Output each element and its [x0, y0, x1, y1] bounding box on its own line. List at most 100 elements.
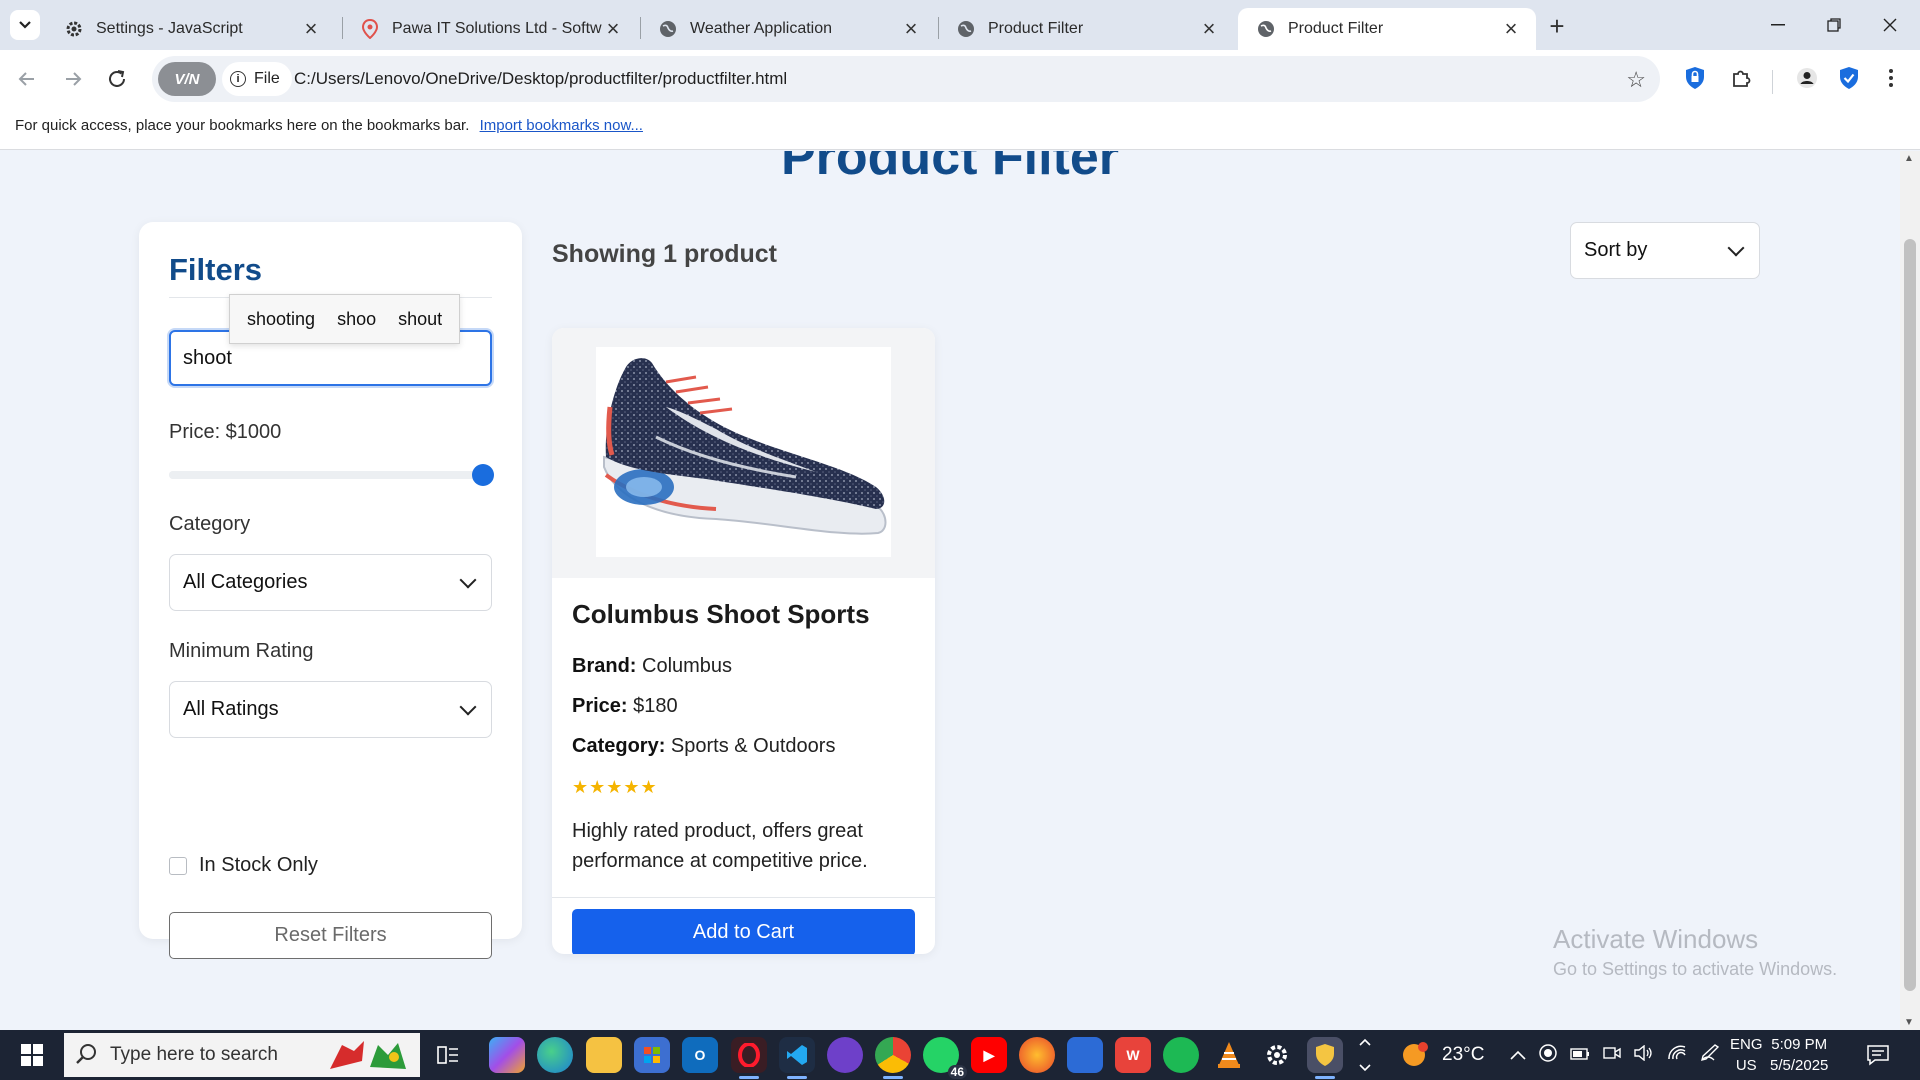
taskbar-search-placeholder: Type here to search [110, 1044, 278, 1065]
shield-check-icon[interactable] [1834, 63, 1864, 93]
site-info-chip[interactable]: i File [222, 62, 292, 96]
in-stock-filter[interactable]: In Stock Only [169, 854, 318, 877]
pen-icon[interactable] [1700, 1043, 1720, 1067]
reload-icon [109, 70, 125, 87]
chevron-down-icon [1727, 239, 1745, 256]
in-stock-label: In Stock Only [199, 854, 318, 876]
star-rating: ★★★★★ [572, 777, 658, 797]
rating-select[interactable]: All Ratings [169, 681, 492, 738]
meet-now-icon[interactable] [1603, 1045, 1621, 1066]
in-stock-checkbox[interactable] [169, 856, 187, 875]
battery-icon[interactable] [1570, 1045, 1590, 1065]
tab-pawa[interactable]: Pawa IT Solutions Ltd - Software × [342, 8, 638, 50]
windows-logo-icon [21, 1044, 43, 1066]
outlook-icon[interactable]: O [682, 1037, 718, 1073]
vscode-icon[interactable] [779, 1037, 815, 1079]
add-to-cart-button[interactable]: Add to Cart [572, 909, 915, 954]
close-icon[interactable]: × [602, 16, 624, 41]
taskbar-clock[interactable]: 5:09 PM 5/5/2025 [1770, 1034, 1828, 1076]
page-scrollbar[interactable]: ▲ ▼ [1900, 151, 1920, 1030]
close-icon[interactable]: × [300, 16, 322, 41]
address-bar[interactable]: V/N i File C:/Users/Lenovo/OneDrive/Desk… [152, 56, 1660, 102]
close-icon[interactable]: × [1198, 16, 1220, 41]
settings-gear-icon[interactable] [1259, 1037, 1295, 1073]
category-select[interactable]: All Categories [169, 554, 492, 611]
product-card: Columbus Shoot Sports Brand: Columbus Pr… [552, 328, 935, 954]
taskbar-search[interactable]: Type here to search [64, 1033, 420, 1077]
tab-weather[interactable]: Weather Application × [640, 8, 936, 50]
windows-start-button[interactable] [10, 1038, 54, 1072]
copilot-icon[interactable] [489, 1037, 525, 1073]
volume-icon[interactable] [1634, 1044, 1654, 1066]
firefox-icon[interactable] [1019, 1037, 1055, 1073]
extensions-puzzle-icon[interactable] [1726, 63, 1756, 93]
filters-panel: Filters shooting shoo shout Price: $1000… [139, 222, 522, 959]
price-label: Price: $1000 [169, 421, 282, 443]
url-text[interactable]: C:/Users/Lenovo/OneDrive/Desktop/product… [294, 69, 787, 89]
scroll-up-arrow-icon[interactable]: ▲ [1904, 153, 1914, 164]
category-label: Category: [572, 735, 666, 757]
brave-vpn-icon[interactable] [1307, 1037, 1343, 1079]
task-view-icon[interactable] [430, 1037, 466, 1073]
rating-label: Minimum Rating [169, 640, 314, 662]
record-icon[interactable] [1539, 1043, 1557, 1067]
tab-search-button[interactable] [10, 10, 40, 40]
close-icon[interactable]: × [1500, 16, 1522, 41]
import-bookmarks-link[interactable]: Import bookmarks now... [480, 117, 643, 134]
minimize-icon [1771, 24, 1785, 26]
whatsapp-icon[interactable]: 46 [923, 1037, 967, 1079]
wps-office-icon[interactable]: W [1115, 1037, 1151, 1073]
vlc-icon[interactable] [1211, 1037, 1247, 1073]
suggestion-item[interactable]: shooting [236, 309, 326, 330]
reset-filters-button[interactable]: Reset Filters [169, 912, 492, 959]
microsoft-store-icon[interactable] [634, 1037, 670, 1073]
clock-date: 5/5/2025 [1770, 1057, 1829, 1074]
new-tab-button[interactable]: + [1543, 11, 1571, 41]
category-label: Category [169, 513, 251, 535]
notification-icon [1867, 1045, 1889, 1066]
password-manager-icon[interactable] [1680, 63, 1710, 93]
forward-button[interactable] [58, 64, 88, 94]
input-language[interactable]: ENG US [1730, 1034, 1763, 1076]
back-button[interactable] [12, 64, 42, 94]
scroll-thumb[interactable] [1904, 239, 1916, 991]
more-menu-icon[interactable] [1876, 63, 1906, 93]
scroll-down-arrow-icon[interactable]: ▼ [1904, 1017, 1914, 1028]
system-tray-icons [1510, 1030, 1720, 1080]
close-icon[interactable]: × [900, 16, 922, 41]
reload-button[interactable] [102, 64, 132, 94]
suggestion-item[interactable]: shout [387, 309, 453, 330]
close-window-button[interactable] [1862, 0, 1918, 50]
tab-product-filter[interactable]: Product Filter × [938, 8, 1234, 50]
notifications-button[interactable] [1866, 1030, 1890, 1080]
youtube-icon[interactable]: ▶ [971, 1037, 1007, 1073]
file-explorer-icon[interactable] [586, 1037, 622, 1073]
weather-widget[interactable]: 23°C [1400, 1030, 1484, 1080]
price-slider[interactable] [169, 464, 494, 486]
minimize-button[interactable] [1750, 0, 1806, 50]
bookmark-star-icon[interactable]: ☆ [1626, 67, 1646, 93]
opera-icon[interactable] [731, 1037, 767, 1079]
gear-icon [64, 19, 84, 39]
edge-dev-icon[interactable] [1067, 1037, 1103, 1073]
chevron-up-icon[interactable] [1510, 1045, 1526, 1065]
github-desktop-icon[interactable] [827, 1037, 863, 1073]
restore-button[interactable] [1806, 0, 1862, 50]
bookmarks-bar: For quick access, place your bookmarks h… [0, 108, 1920, 150]
tab-product-filter-active[interactable]: Product Filter × [1238, 8, 1536, 50]
clock-time: 5:09 PM [1771, 1036, 1828, 1053]
chrome-icon[interactable] [875, 1037, 911, 1079]
edge-icon[interactable] [537, 1037, 573, 1073]
suggestion-item[interactable]: shoo [326, 309, 387, 330]
profile-avatar-icon[interactable] [1792, 63, 1822, 93]
tab-settings[interactable]: Settings - JavaScript × [46, 8, 336, 50]
sort-select[interactable]: Sort by [1570, 222, 1760, 279]
filters-heading: Filters [169, 252, 263, 287]
tray-overflow-icon[interactable] [1358, 1030, 1372, 1080]
vpn-button[interactable]: V/N [158, 62, 216, 96]
wifi-icon[interactable] [1667, 1045, 1687, 1066]
activate-windows-watermark: Activate Windows Go to Settings to activ… [1553, 924, 1837, 980]
spotify-icon[interactable] [1163, 1037, 1199, 1073]
browser-toolbar: V/N i File C:/Users/Lenovo/OneDrive/Desk… [0, 50, 1920, 108]
slider-thumb[interactable] [472, 464, 494, 486]
